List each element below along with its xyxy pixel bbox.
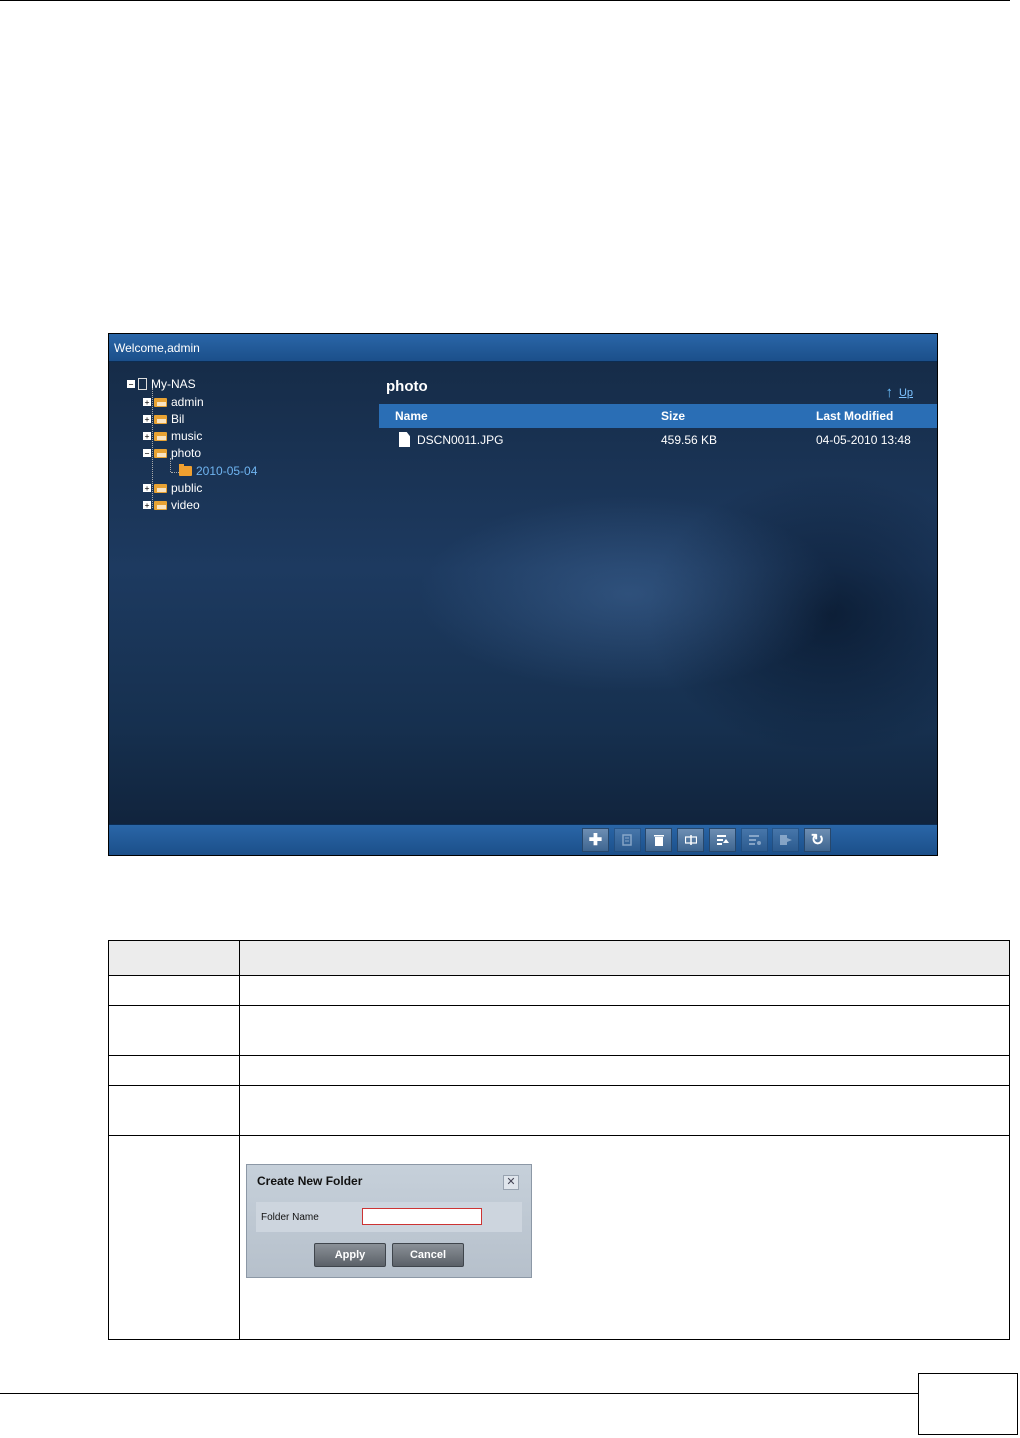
collapse-icon[interactable]: − — [143, 449, 151, 458]
file-name: DSCN0011.JPG — [417, 433, 504, 447]
current-folder-title: photo — [386, 378, 428, 395]
file-modified: 04-05-2010 13:48 — [816, 433, 911, 447]
toolbar: ✚ ↻ — [109, 824, 937, 855]
folder-name-row: Folder Name — [256, 1202, 522, 1232]
share-folder-icon — [154, 447, 168, 459]
column-header-size[interactable]: Size — [661, 409, 685, 423]
tree-item-bil[interactable]: + Bil — [143, 411, 184, 427]
refresh-icon: ↻ — [810, 832, 825, 849]
page-bottom-rule — [0, 1393, 918, 1394]
folder-icon — [179, 464, 192, 476]
share-folder-icon — [154, 482, 168, 494]
file-browser-window: Welcome,admin − My-NAS + admin + Bil + m… — [108, 333, 938, 856]
expand-icon[interactable]: + — [143, 501, 151, 510]
folder-name-input[interactable] — [362, 1208, 482, 1225]
nas-device-icon — [138, 378, 147, 390]
table-row-divider — [109, 1055, 1009, 1056]
share-folder-icon — [154, 413, 168, 425]
column-header-name[interactable]: Name — [395, 409, 428, 423]
cancel-button[interactable]: Cancel — [392, 1243, 464, 1267]
move-button[interactable] — [772, 828, 799, 852]
tree-item-label: music — [171, 429, 203, 443]
tree-item-music[interactable]: + music — [143, 428, 202, 444]
edit-button[interactable] — [614, 828, 641, 852]
share-folder-icon — [154, 396, 168, 408]
tree-item-photo[interactable]: − photo — [143, 445, 201, 461]
table-header-row — [109, 941, 1009, 976]
delete-button[interactable] — [645, 828, 672, 852]
tree-item-label: Bil — [171, 412, 185, 426]
up-link[interactable]: ↑ Up — [885, 384, 913, 401]
column-header-last-modified[interactable]: Last Modified — [816, 409, 893, 423]
upload-icon — [716, 835, 729, 845]
tree-item-label: 2010-05-04 — [196, 464, 258, 478]
edit-icon — [621, 834, 632, 846]
plus-icon: ✚ — [588, 832, 603, 849]
tree-item-2010-05-04[interactable]: 2010-05-04 — [179, 463, 257, 479]
table-row-divider — [109, 1085, 1009, 1086]
tree-item-label: public — [171, 481, 203, 495]
tree-item-label: admin — [171, 395, 204, 409]
create-new-folder-dialog: Create New Folder ✕ Folder Name Apply Ca… — [246, 1164, 532, 1278]
tree-item-video[interactable]: + video — [143, 497, 200, 513]
move-icon — [779, 835, 792, 845]
tree-item-label: My-NAS — [151, 377, 196, 391]
table-column-divider — [239, 941, 240, 1339]
collapse-icon[interactable]: − — [127, 380, 135, 389]
tree-item-public[interactable]: + public — [143, 480, 202, 496]
share-folder-icon — [154, 499, 168, 511]
file-size: 459.56 KB — [661, 433, 718, 447]
expand-icon[interactable]: + — [143, 415, 151, 424]
refresh-button[interactable]: ↻ — [804, 828, 831, 852]
file-icon — [399, 432, 410, 447]
expand-icon[interactable]: + — [143, 432, 151, 441]
up-link-label: Up — [898, 386, 913, 399]
tree-item-label: video — [171, 498, 200, 512]
table-row-divider — [109, 1135, 1009, 1136]
welcome-text: Welcome,admin — [114, 341, 200, 355]
title-bar: Welcome,admin — [109, 334, 937, 362]
tree-connector — [171, 472, 179, 473]
tree-item-label: photo — [171, 446, 202, 460]
description-table: Create New Folder ✕ Folder Name Apply Ca… — [108, 940, 1010, 1340]
table-row-divider — [109, 1005, 1009, 1006]
expand-icon[interactable]: + — [143, 398, 151, 407]
folder-name-label: Folder Name — [261, 1212, 319, 1223]
file-list-header: Name Size Last Modified — [379, 404, 937, 428]
list-button[interactable] — [741, 828, 768, 852]
rename-button[interactable] — [677, 828, 704, 852]
tree-item-admin[interactable]: + admin — [143, 394, 204, 410]
expand-icon[interactable]: + — [143, 484, 151, 493]
tree-item-my-nas[interactable]: − My-NAS — [127, 376, 196, 392]
file-row[interactable]: DSCN0011.JPG 459.56 KB 04-05-2010 13:48 — [379, 430, 937, 450]
share-folder-icon — [154, 430, 168, 442]
dialog-title: Create New Folder — [257, 1174, 363, 1188]
trash-icon — [653, 835, 664, 846]
list-icon — [748, 835, 761, 845]
upload-button[interactable] — [709, 828, 736, 852]
rename-icon — [684, 835, 697, 845]
create-folder-button[interactable]: ✚ — [582, 828, 609, 852]
arrow-up-icon: ↑ — [885, 384, 893, 401]
page-number-box — [918, 1373, 1018, 1435]
page-top-rule — [0, 0, 1010, 1]
apply-button[interactable]: Apply — [314, 1243, 386, 1267]
close-icon[interactable]: ✕ — [503, 1175, 519, 1190]
